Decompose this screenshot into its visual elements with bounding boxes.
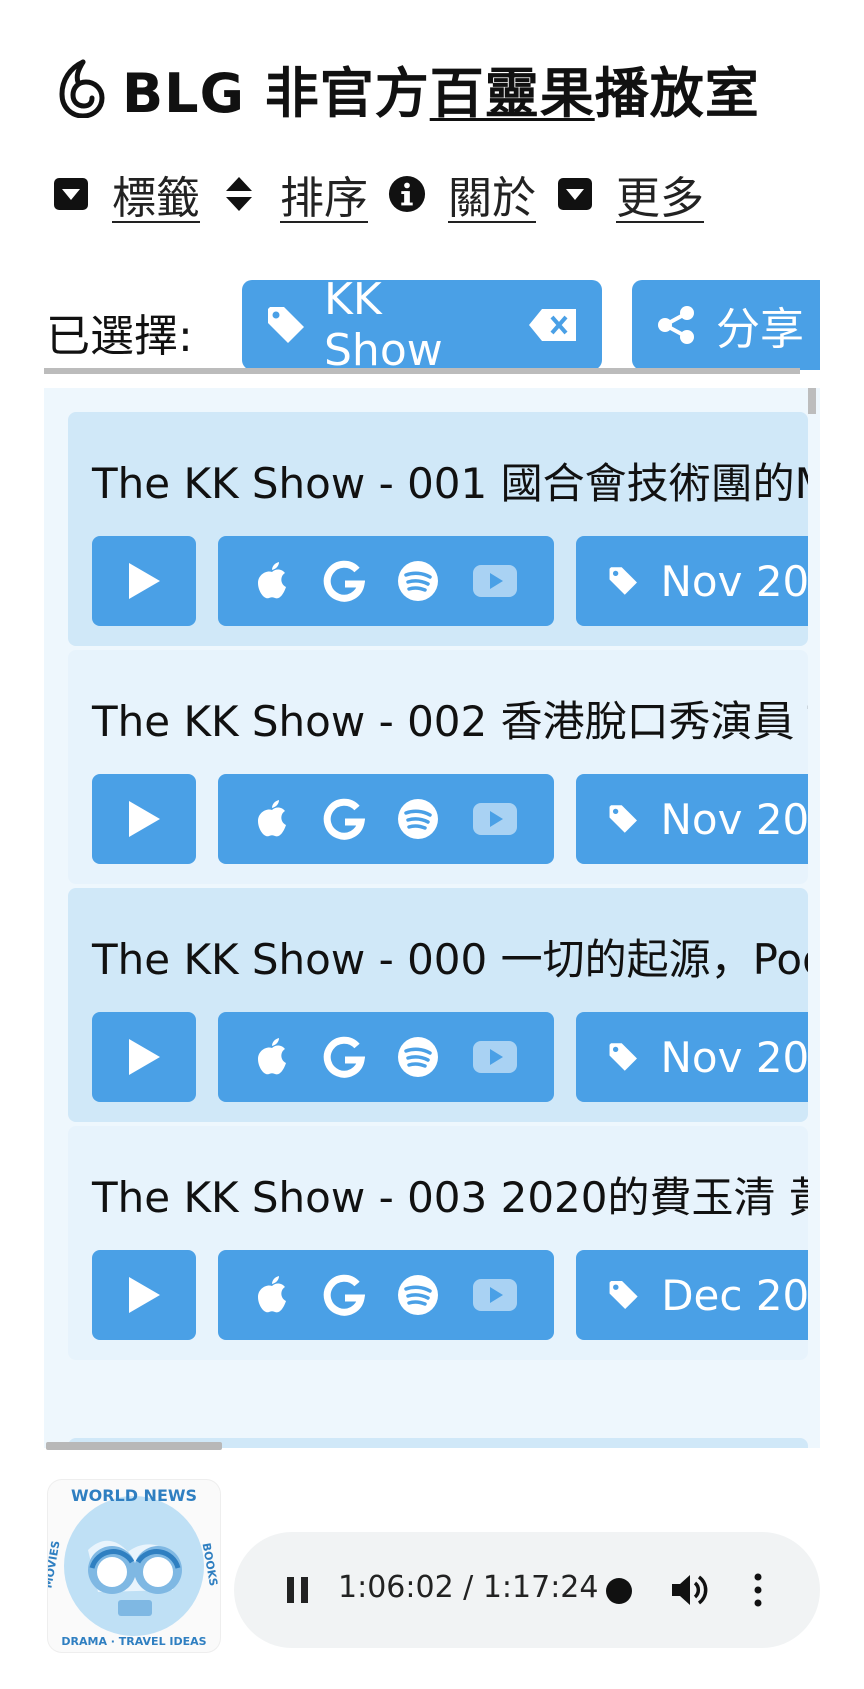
cover-text-bottom: DRAMA · TRAVEL IDEAS (61, 1635, 207, 1648)
caret-down-square-icon (556, 175, 594, 213)
list-vertical-scrollbar[interactable] (808, 388, 816, 414)
platform-links (218, 1012, 554, 1102)
play-button[interactable] (92, 1250, 196, 1340)
nav-item-sort[interactable]: 排序 (220, 162, 368, 226)
spotify-icon[interactable] (397, 798, 439, 840)
title-link[interactable]: 百靈果 (430, 62, 595, 125)
nav-bar: 標籤 排序 關於 更多 (52, 162, 724, 226)
episode-card: The KK Show - 001 國合會技術團的M Nov 201 (68, 412, 808, 646)
youtube-icon[interactable] (472, 564, 518, 598)
apple-podcasts-icon[interactable] (254, 1274, 290, 1316)
youtube-icon[interactable] (472, 1040, 518, 1074)
date-tag-button[interactable]: Nov 201 (576, 536, 808, 626)
volume-icon (672, 1575, 708, 1605)
share-button[interactable]: 分享 (632, 280, 820, 370)
google-podcasts-icon[interactable] (323, 1036, 365, 1078)
episode-title: The KK Show - 002 香港脫口秀演員 T (92, 697, 808, 746)
episode-card: The KK Show - 003 2020的費玉清 黃 Dec 201 (68, 1126, 808, 1360)
platform-links (218, 1250, 554, 1340)
caret-down-square-icon (52, 175, 90, 213)
date-label: Dec 201 (661, 1270, 808, 1320)
episode-card: The KK Show - 002 香港脫口秀演員 T Nov 201 (68, 650, 808, 884)
apple-podcasts-icon[interactable] (254, 1036, 290, 1078)
spotify-icon[interactable] (397, 1274, 439, 1316)
date-label: Nov 201 (660, 794, 809, 844)
title-suffix: 播放室 (594, 61, 760, 125)
tag-icon (268, 307, 304, 343)
play-button[interactable] (92, 774, 196, 864)
youtube-icon[interactable] (472, 802, 518, 836)
apple-podcasts-icon[interactable] (254, 798, 290, 840)
selected-scrollbar[interactable] (44, 368, 800, 374)
nav-item-tags[interactable]: 標籤 (52, 162, 200, 226)
episode-title: The KK Show - 000 一切的起源，Pod (92, 935, 808, 984)
cover-text-top: WORLD NEWS (70, 1486, 198, 1505)
youtube-icon[interactable] (472, 1278, 518, 1312)
selected-tag-label: KK Show (324, 280, 443, 370)
google-podcasts-icon[interactable] (323, 560, 365, 602)
tag-icon (609, 805, 637, 833)
play-icon (129, 801, 160, 837)
play-icon (129, 1277, 160, 1313)
nav-item-about[interactable]: 關於 (388, 162, 536, 226)
selected-label: 已選擇: (46, 311, 193, 362)
google-podcasts-icon[interactable] (323, 798, 365, 840)
spotify-icon[interactable] (397, 1036, 439, 1078)
tag-icon (609, 567, 637, 595)
selected-tag-chip[interactable]: KK Show (242, 280, 602, 370)
date-tag-button[interactable]: Nov 201 (576, 774, 808, 864)
play-button[interactable] (92, 1012, 196, 1102)
episode-list[interactable]: The KK Show - 001 國合會技術團的M Nov 201 The K… (44, 388, 820, 1448)
podcast-cover-art: WORLD NEWS DRAMA · TRAVEL IDEAS MOVIES B… (48, 1480, 220, 1652)
selected-filters: 已選擇: KK Show 分享 (46, 280, 820, 370)
blg-logo-icon (59, 59, 105, 118)
pause-button[interactable] (278, 1570, 318, 1610)
sort-icon (220, 175, 258, 213)
backspace-remove-icon[interactable] (528, 308, 578, 342)
seek-slider[interactable] (604, 1576, 634, 1606)
page-title: BLG 非官方百靈果播放室 (56, 56, 760, 125)
play-button[interactable] (92, 536, 196, 626)
platform-links (218, 536, 554, 626)
apple-podcasts-icon[interactable] (254, 560, 290, 602)
date-tag-button[interactable]: Dec 201 (576, 1250, 808, 1340)
audio-player: 1:06:02 / 1:17:24 (234, 1532, 820, 1648)
date-tag-button[interactable]: Nov 201 (576, 1012, 808, 1102)
vertical-dots-icon (754, 1573, 762, 1607)
date-label: Nov 201 (660, 1032, 809, 1082)
platform-links (218, 774, 554, 864)
share-icon (658, 306, 694, 344)
title-prefix: BLG 非官方 (122, 61, 430, 125)
tag-icon (609, 1043, 637, 1071)
nav-item-label: 更多 (616, 173, 704, 224)
nav-item-label: 排序 (280, 173, 368, 224)
episode-title: The KK Show - 001 國合會技術團的M (92, 459, 808, 508)
info-circle-icon (388, 175, 426, 213)
episode-title: The KK Show - 003 2020的費玉清 黃 (92, 1173, 808, 1222)
volume-button[interactable] (670, 1572, 710, 1608)
share-label: 分享 (716, 304, 804, 355)
list-horizontal-scrollbar[interactable] (46, 1442, 222, 1450)
nav-item-more[interactable]: 更多 (556, 162, 704, 226)
date-label: Nov 201 (660, 556, 809, 606)
pause-icon (287, 1577, 308, 1603)
play-icon (129, 1039, 160, 1075)
play-icon (129, 563, 160, 599)
episode-card: The KK Show - 000 一切的起源，Pod Nov 201 (68, 888, 808, 1122)
seek-thumb-icon (606, 1578, 632, 1604)
nav-item-label: 標籤 (112, 173, 200, 224)
spotify-icon[interactable] (397, 560, 439, 602)
tag-icon (609, 1280, 638, 1310)
playback-time: 1:06:02 / 1:17:24 (338, 1570, 599, 1605)
google-podcasts-icon[interactable] (323, 1274, 365, 1316)
more-options-button[interactable] (748, 1572, 768, 1608)
nav-item-label: 關於 (448, 173, 536, 224)
